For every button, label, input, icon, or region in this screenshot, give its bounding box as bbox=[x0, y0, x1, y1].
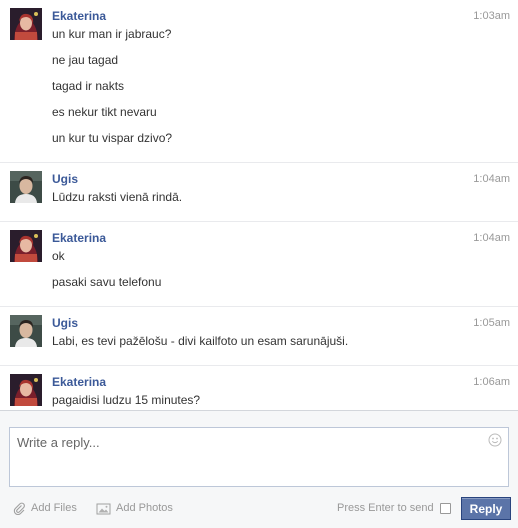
message-text: es nekur tikt nevaru bbox=[52, 105, 157, 119]
message-text: ok bbox=[52, 249, 65, 263]
message-text: pagaidisi ludzu 15 minutes? bbox=[52, 393, 201, 407]
message-timestamp: 1:04am bbox=[473, 232, 510, 244]
message-text: Labi, es tevi pažēlošu - divi kailfoto u… bbox=[52, 334, 349, 348]
message-text: tagad ir nakts bbox=[52, 79, 125, 93]
message-text: pasaki savu telefonu bbox=[52, 275, 162, 289]
composer-toolbar: Add Files Add Photos Press Enter to send… bbox=[0, 497, 518, 523]
message-timestamp: 1:06am bbox=[473, 376, 510, 388]
message-thread[interactable]: Ekaterina 1:03am un kur man ir jabrauc? ne … bbox=[0, 0, 518, 410]
message-timestamp: 1:04am bbox=[473, 173, 510, 185]
message-timestamp: 1:05am bbox=[473, 317, 510, 329]
press-enter-label: Press Enter to send bbox=[337, 502, 434, 514]
female-avatar[interactable] bbox=[10, 230, 42, 262]
reply-input[interactable] bbox=[10, 428, 508, 486]
sender-name[interactable]: Ekaterina bbox=[52, 230, 106, 246]
message-group: Ugis 1:05am Labi, es tevi pažēlošu - divi … bbox=[0, 307, 518, 366]
message-text: Lūdzu raksti vienā rindā. bbox=[52, 190, 183, 204]
sender-name[interactable]: Ugis bbox=[52, 171, 78, 187]
male-avatar[interactable] bbox=[10, 315, 42, 347]
sender-name[interactable]: Ekaterina bbox=[52, 8, 106, 24]
add-photos-label: Add Photos bbox=[116, 502, 173, 514]
smiley-icon[interactable] bbox=[488, 433, 502, 447]
message-group: Ekaterina 1:06am pagaidisi ludzu 15 minute… bbox=[0, 366, 518, 410]
add-photos-button[interactable]: Add Photos bbox=[96, 501, 173, 515]
male-avatar[interactable] bbox=[10, 171, 42, 203]
paperclip-icon bbox=[13, 502, 26, 515]
female-avatar[interactable] bbox=[10, 374, 42, 406]
press-enter-toggle[interactable]: Press Enter to send bbox=[337, 502, 451, 514]
message-text: ne jau tagad bbox=[52, 53, 119, 67]
press-enter-checkbox[interactable] bbox=[439, 502, 451, 514]
message-timestamp: 1:03am bbox=[473, 10, 510, 22]
female-avatar[interactable] bbox=[10, 8, 42, 40]
reply-button[interactable]: Reply bbox=[461, 497, 511, 520]
add-files-button[interactable]: Add Files bbox=[13, 501, 77, 515]
sender-name[interactable]: Ugis bbox=[52, 315, 78, 331]
reply-composer: Add Files Add Photos Press Enter to send… bbox=[0, 410, 518, 528]
sender-name[interactable]: Ekaterina bbox=[52, 374, 106, 390]
camera-icon bbox=[96, 502, 111, 515]
message-group: Ekaterina 1:03am un kur man ir jabrauc? ne … bbox=[0, 0, 518, 163]
message-text: un kur man ir jabrauc? bbox=[52, 27, 172, 41]
reply-box[interactable] bbox=[9, 427, 509, 487]
message-text: un kur tu vispar dzivo? bbox=[52, 131, 173, 145]
message-group: Ekaterina 1:04am ok pasaki savu telefonu bbox=[0, 222, 518, 307]
add-files-label: Add Files bbox=[31, 502, 77, 514]
message-group: Ugis 1:04am Lūdzu raksti vienā rindā. bbox=[0, 163, 518, 222]
